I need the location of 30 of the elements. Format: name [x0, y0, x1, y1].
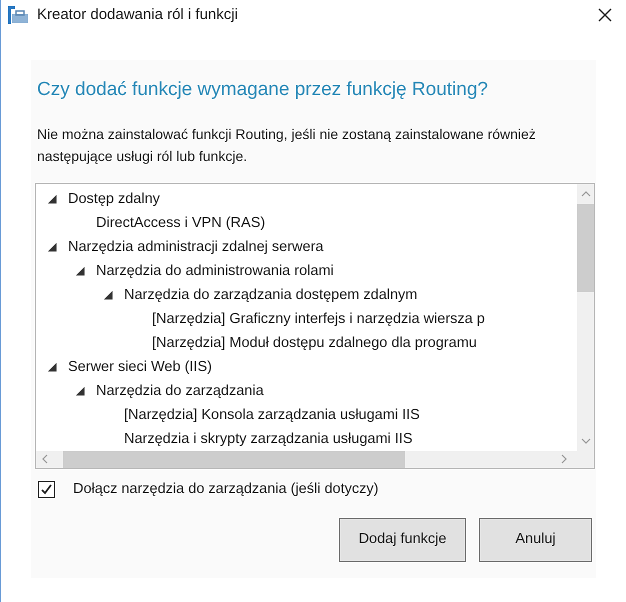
cancel-button[interactable]: Anuluj — [479, 518, 592, 562]
scrollbar-thumb[interactable] — [63, 450, 405, 468]
tree-item[interactable]: Dostęp zdalny — [68, 188, 160, 210]
vertical-scrollbar[interactable] — [577, 184, 594, 450]
tree-item[interactable]: Narzędzia do administrowania rolami — [96, 260, 334, 282]
window-title: Kreator dodawania ról i funkcji — [37, 4, 238, 25]
expanded-icon[interactable] — [76, 267, 85, 276]
expanded-icon[interactable] — [104, 291, 113, 300]
expanded-icon[interactable] — [48, 195, 57, 204]
tree-item[interactable]: [Narzędzia] Konsola zarządzania usługami IIS — [124, 404, 420, 426]
checkbox[interactable] — [38, 480, 55, 498]
tree-item[interactable]: DirectAccess i VPN (RAS) — [96, 212, 266, 234]
tree-item[interactable]: Narzędzia do zarządzania — [96, 380, 264, 402]
tree-item[interactable]: Narzędzia i skrypty zarządzania usługami IIS — [124, 428, 413, 450]
expanded-icon[interactable] — [76, 387, 85, 396]
horizontal-scrollbar[interactable] — [36, 450, 594, 468]
app-icon — [7, 5, 29, 25]
tree-item[interactable]: [Narzędzia] Moduł dostępu zdalnego dla programu — [152, 332, 477, 354]
tree-item[interactable]: Narzędzia administracji zdalnej serwera — [68, 236, 324, 258]
tree-item[interactable]: Narzędzia do zarządzania dostępem zdalnym — [124, 284, 418, 306]
tree-item[interactable]: Serwer sieci Web (IIS) — [68, 356, 212, 378]
scrollbar-thumb[interactable] — [577, 204, 594, 292]
expanded-icon[interactable] — [48, 243, 57, 252]
dialog-heading: Czy dodać funkcje wymagane przez funkcję Routing? — [36, 78, 489, 102]
expanded-icon[interactable] — [48, 363, 57, 372]
checkbox-label: Dołącz narzędzia do zarządzania (jeśli dotyczy) — [73, 480, 378, 498]
add-features-button[interactable]: Dodaj funkcje — [339, 518, 466, 562]
tree-item[interactable]: [Narzędzia] Graficzny interfejs i narzędzia wiersza p — [152, 308, 485, 330]
description-text: Nie można zainstalować funkcji Routing, jeśli nie zostaną zainstalowane również następujące usługi ról lub funkcje. — [36, 124, 537, 166]
close-icon — [597, 7, 613, 23]
